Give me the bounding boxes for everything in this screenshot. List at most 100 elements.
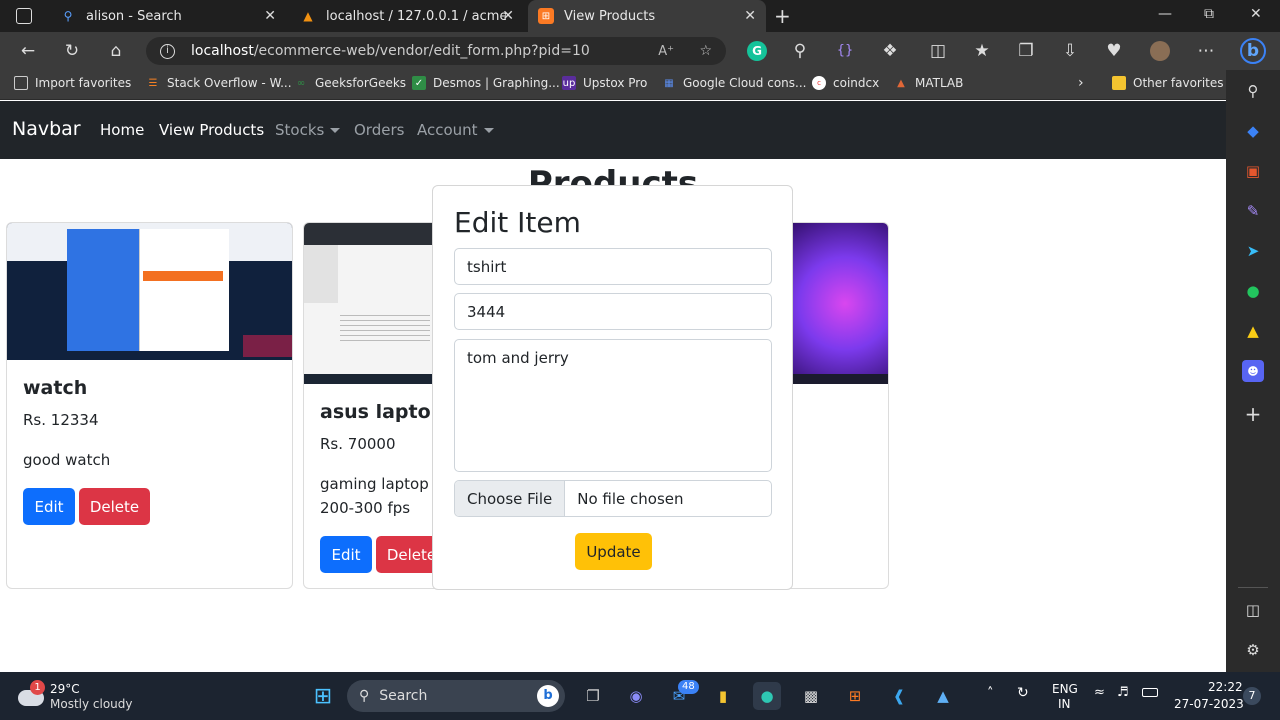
- extensions-icon[interactable]: ❖: [880, 41, 900, 61]
- send-icon[interactable]: ➤: [1242, 240, 1264, 262]
- close-icon[interactable]: ✕: [264, 8, 276, 24]
- new-tab-icon[interactable]: +: [774, 4, 791, 28]
- choose-file-button[interactable]: Choose File: [455, 481, 566, 516]
- wifi-icon[interactable]: ≈: [1094, 685, 1105, 700]
- favorite-coindcx[interactable]: c coindcx: [812, 76, 879, 90]
- file-input[interactable]: Choose File No file chosen: [454, 480, 772, 517]
- battery-icon[interactable]: [1142, 688, 1158, 697]
- caret-down-icon: [483, 128, 494, 133]
- settings-icon[interactable]: ⚙: [1242, 639, 1264, 661]
- chevron-right-icon[interactable]: ›: [1078, 75, 1084, 91]
- tab-bar: ⚲ alison - Search ✕ ▲ localhost / 127.0.…: [0, 0, 1280, 32]
- notification-badge[interactable]: 7: [1243, 687, 1261, 705]
- grammarly-icon[interactable]: G: [747, 41, 767, 61]
- window-close-icon[interactable]: ✕: [1250, 6, 1262, 22]
- terminal-icon[interactable]: ▩: [797, 682, 825, 710]
- brackets-icon[interactable]: {}: [835, 41, 855, 61]
- close-icon[interactable]: ✕: [744, 8, 756, 24]
- sync-icon[interactable]: ↻: [1017, 685, 1029, 701]
- tab-search[interactable]: ⚲ alison - Search ✕: [50, 0, 286, 32]
- xampp-taskbar-icon[interactable]: ⊞: [841, 682, 869, 710]
- split-screen-icon[interactable]: ◫: [928, 41, 948, 61]
- bing-icon[interactable]: b: [1240, 38, 1266, 64]
- search-label: Search: [379, 688, 428, 704]
- favorite-google-cloud[interactable]: ▦ Google Cloud cons...: [662, 76, 806, 90]
- favorite-geeksforgeeks[interactable]: ∞ GeeksforGeeks: [294, 76, 406, 90]
- favorite-label: Stack Overflow - W...: [167, 76, 292, 90]
- drive-icon[interactable]: ▲: [1242, 320, 1264, 342]
- favorite-upstox[interactable]: up Upstox Pro: [562, 76, 647, 90]
- back-icon[interactable]: ←: [18, 41, 38, 61]
- edge-icon[interactable]: ●: [753, 682, 781, 710]
- product-description: good watch: [23, 451, 111, 469]
- designer-icon[interactable]: ✎: [1242, 200, 1264, 222]
- nav-home[interactable]: Home: [100, 121, 144, 139]
- favorite-matlab[interactable]: ▲ MATLAB: [894, 76, 963, 90]
- clock-date[interactable]: 27-07-2023: [1174, 697, 1244, 711]
- weather-widget[interactable]: 1 29°C Mostly cloudy: [18, 680, 138, 714]
- url-host: localhost: [191, 43, 254, 59]
- refresh-icon[interactable]: ↻: [62, 41, 82, 61]
- start-icon[interactable]: ⊞: [309, 682, 337, 710]
- import-icon: [14, 76, 28, 90]
- edit-button[interactable]: Edit: [320, 536, 372, 573]
- favorite-star-icon[interactable]: ☆: [699, 43, 712, 59]
- photos-icon[interactable]: ▲: [929, 682, 957, 710]
- more-menu-icon[interactable]: ⋯: [1196, 41, 1216, 61]
- update-button[interactable]: Update: [575, 533, 652, 570]
- tab-view-products[interactable]: ⊞ View Products ✕: [528, 0, 766, 32]
- favorite-import[interactable]: Import favorites: [14, 76, 131, 90]
- read-aloud-icon[interactable]: A⁺: [658, 44, 674, 59]
- vscode-icon[interactable]: ❰: [885, 682, 913, 710]
- clock-time[interactable]: 22:22: [1208, 680, 1243, 694]
- minimize-icon[interactable]: —: [1158, 6, 1172, 22]
- product-title: watch: [23, 377, 88, 399]
- discord-icon[interactable]: ☻: [1242, 360, 1264, 382]
- sidebar-toggle-icon[interactable]: ◫: [1242, 599, 1264, 621]
- price-input[interactable]: 3444: [454, 293, 772, 330]
- home-icon[interactable]: ⌂: [106, 41, 126, 61]
- task-view-icon[interactable]: ❐: [579, 682, 607, 710]
- tag-icon[interactable]: ◆: [1242, 120, 1264, 142]
- lang-2[interactable]: IN: [1058, 697, 1071, 711]
- search-extension-icon[interactable]: ⚲: [790, 41, 810, 61]
- tab-actions-icon[interactable]: [16, 8, 32, 24]
- favorite-other[interactable]: Other favorites: [1112, 76, 1224, 90]
- downloads-icon[interactable]: ⇩: [1060, 41, 1080, 61]
- toolbox-icon[interactable]: ▣: [1242, 160, 1264, 182]
- volume-icon[interactable]: ♬: [1117, 685, 1129, 700]
- product-card-watch: watch Rs. 12334 good watch Edit Delete: [6, 222, 293, 589]
- edit-item-modal: Edit Item tshirt 3444 tom and jerry Choo…: [432, 185, 793, 590]
- performance-icon[interactable]: ♥: [1104, 41, 1124, 61]
- favorite-desmos[interactable]: ✓ Desmos | Graphing...: [412, 76, 560, 90]
- tab-phpmyadmin[interactable]: ▲ localhost / 127.0.0.1 / acme / pro ✕: [290, 0, 524, 32]
- tree-icon[interactable]: ●: [1242, 280, 1264, 302]
- close-icon[interactable]: ✕: [502, 8, 514, 24]
- url-input[interactable]: i localhost/ecommerce-web/vendor/edit_fo…: [146, 37, 726, 65]
- edit-button[interactable]: Edit: [23, 488, 75, 525]
- delete-button[interactable]: Delete: [79, 488, 150, 525]
- chevron-up-icon[interactable]: ˄: [987, 686, 994, 701]
- favorites-icon[interactable]: ★: [972, 41, 992, 61]
- navbar-brand[interactable]: Navbar: [12, 118, 81, 140]
- product-image: [7, 223, 292, 360]
- description-textarea[interactable]: tom and jerry: [454, 339, 772, 472]
- lang-1[interactable]: ENG: [1052, 682, 1078, 696]
- search-icon: ⚲: [63, 9, 73, 23]
- favorite-label: MATLAB: [915, 76, 964, 90]
- nav-orders[interactable]: Orders: [354, 121, 404, 139]
- nav-view-products[interactable]: View Products: [159, 121, 264, 139]
- nav-stocks[interactable]: Stocks: [275, 121, 341, 139]
- profile-avatar[interactable]: [1150, 41, 1170, 61]
- add-icon[interactable]: +: [1242, 402, 1264, 426]
- search-icon[interactable]: ⚲: [1242, 80, 1264, 102]
- taskbar-search[interactable]: ⚲ Search b: [347, 680, 565, 712]
- restore-icon[interactable]: ⧉: [1204, 6, 1214, 22]
- favorite-label: Upstox Pro: [583, 76, 648, 90]
- nav-account[interactable]: Account: [417, 121, 494, 139]
- chat-icon[interactable]: ◉: [622, 682, 650, 710]
- collections-icon[interactable]: ❐: [1016, 41, 1036, 61]
- file-explorer-icon[interactable]: ▮: [709, 682, 737, 710]
- name-input[interactable]: tshirt: [454, 248, 772, 285]
- favorite-stackoverflow[interactable]: ☰ Stack Overflow - W...: [146, 76, 292, 90]
